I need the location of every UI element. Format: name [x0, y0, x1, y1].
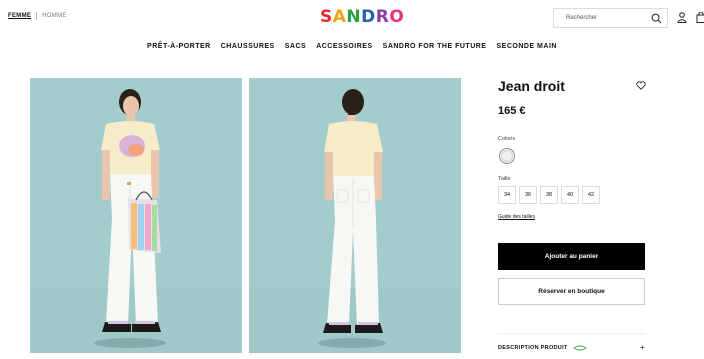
logo-letter: N: [346, 7, 362, 27]
size-option[interactable]: 42: [582, 186, 600, 204]
gender-homme-link[interactable]: HOMME: [42, 13, 67, 19]
product-price: 165 €: [498, 105, 526, 117]
product-title: Jean droit: [498, 78, 565, 94]
nav-item[interactable]: SECONDE MAIN: [497, 43, 557, 50]
logo-letter: A: [332, 7, 347, 27]
nav-item[interactable]: CHAUSSURES: [221, 43, 275, 50]
user-icon[interactable]: [677, 12, 687, 23]
nav-item[interactable]: ACCESSOIRES: [316, 43, 372, 50]
description-toggle[interactable]: DESCRIPTION PRODUIT +: [498, 343, 645, 352]
heart-icon[interactable]: [636, 81, 646, 90]
sandro-logo[interactable]: SANDRO: [320, 7, 404, 27]
logo-letter: O: [389, 7, 405, 27]
nav-item[interactable]: SACS: [285, 43, 306, 50]
size-option[interactable]: 36: [519, 186, 537, 204]
gender-femme-link[interactable]: FEMME: [8, 13, 31, 19]
color-label: Coloris: [498, 136, 516, 142]
nav-item[interactable]: PRÊT-À-PORTER: [147, 43, 211, 50]
logo-letter: D: [361, 7, 376, 27]
size-option[interactable]: 40: [561, 186, 579, 204]
product-photo-front[interactable]: [30, 78, 242, 353]
size-guide-link[interactable]: Guide des tailles: [498, 214, 535, 220]
description-label: DESCRIPTION PRODUIT: [498, 344, 568, 351]
color-swatch-fill: [501, 150, 513, 162]
bag-icon[interactable]: [696, 12, 704, 23]
main-nav: PRÊT-À-PORTER CHAUSSURES SACS ACCESSOIRES SA…: [0, 43, 704, 50]
product-photo-back[interactable]: [249, 78, 461, 353]
search-input[interactable]: Rechercher: [566, 15, 651, 21]
gender-switch: FEMME HOMME: [8, 12, 67, 20]
search-box[interactable]: Rechercher: [553, 8, 668, 28]
add-to-cart-button[interactable]: Ajouter au panier: [498, 243, 645, 270]
size-option[interactable]: 34: [498, 186, 516, 204]
logo-letter: R: [375, 7, 390, 27]
nav-item[interactable]: SANDRO FOR THE FUTURE: [383, 43, 487, 50]
reserve-in-store-button[interactable]: Réserver en boutique: [498, 278, 645, 305]
eco-leaf-icon: [572, 345, 587, 351]
gender-divider: [36, 12, 38, 20]
expand-plus-icon[interactable]: +: [640, 343, 645, 352]
size-selector: 34 36 38 40 42: [498, 186, 600, 204]
size-label: Taille: [498, 176, 511, 182]
divider: [498, 333, 645, 334]
search-icon[interactable]: [651, 13, 662, 24]
size-option[interactable]: 38: [540, 186, 558, 204]
logo-letter: S: [320, 7, 333, 27]
color-swatch[interactable]: [499, 148, 515, 164]
